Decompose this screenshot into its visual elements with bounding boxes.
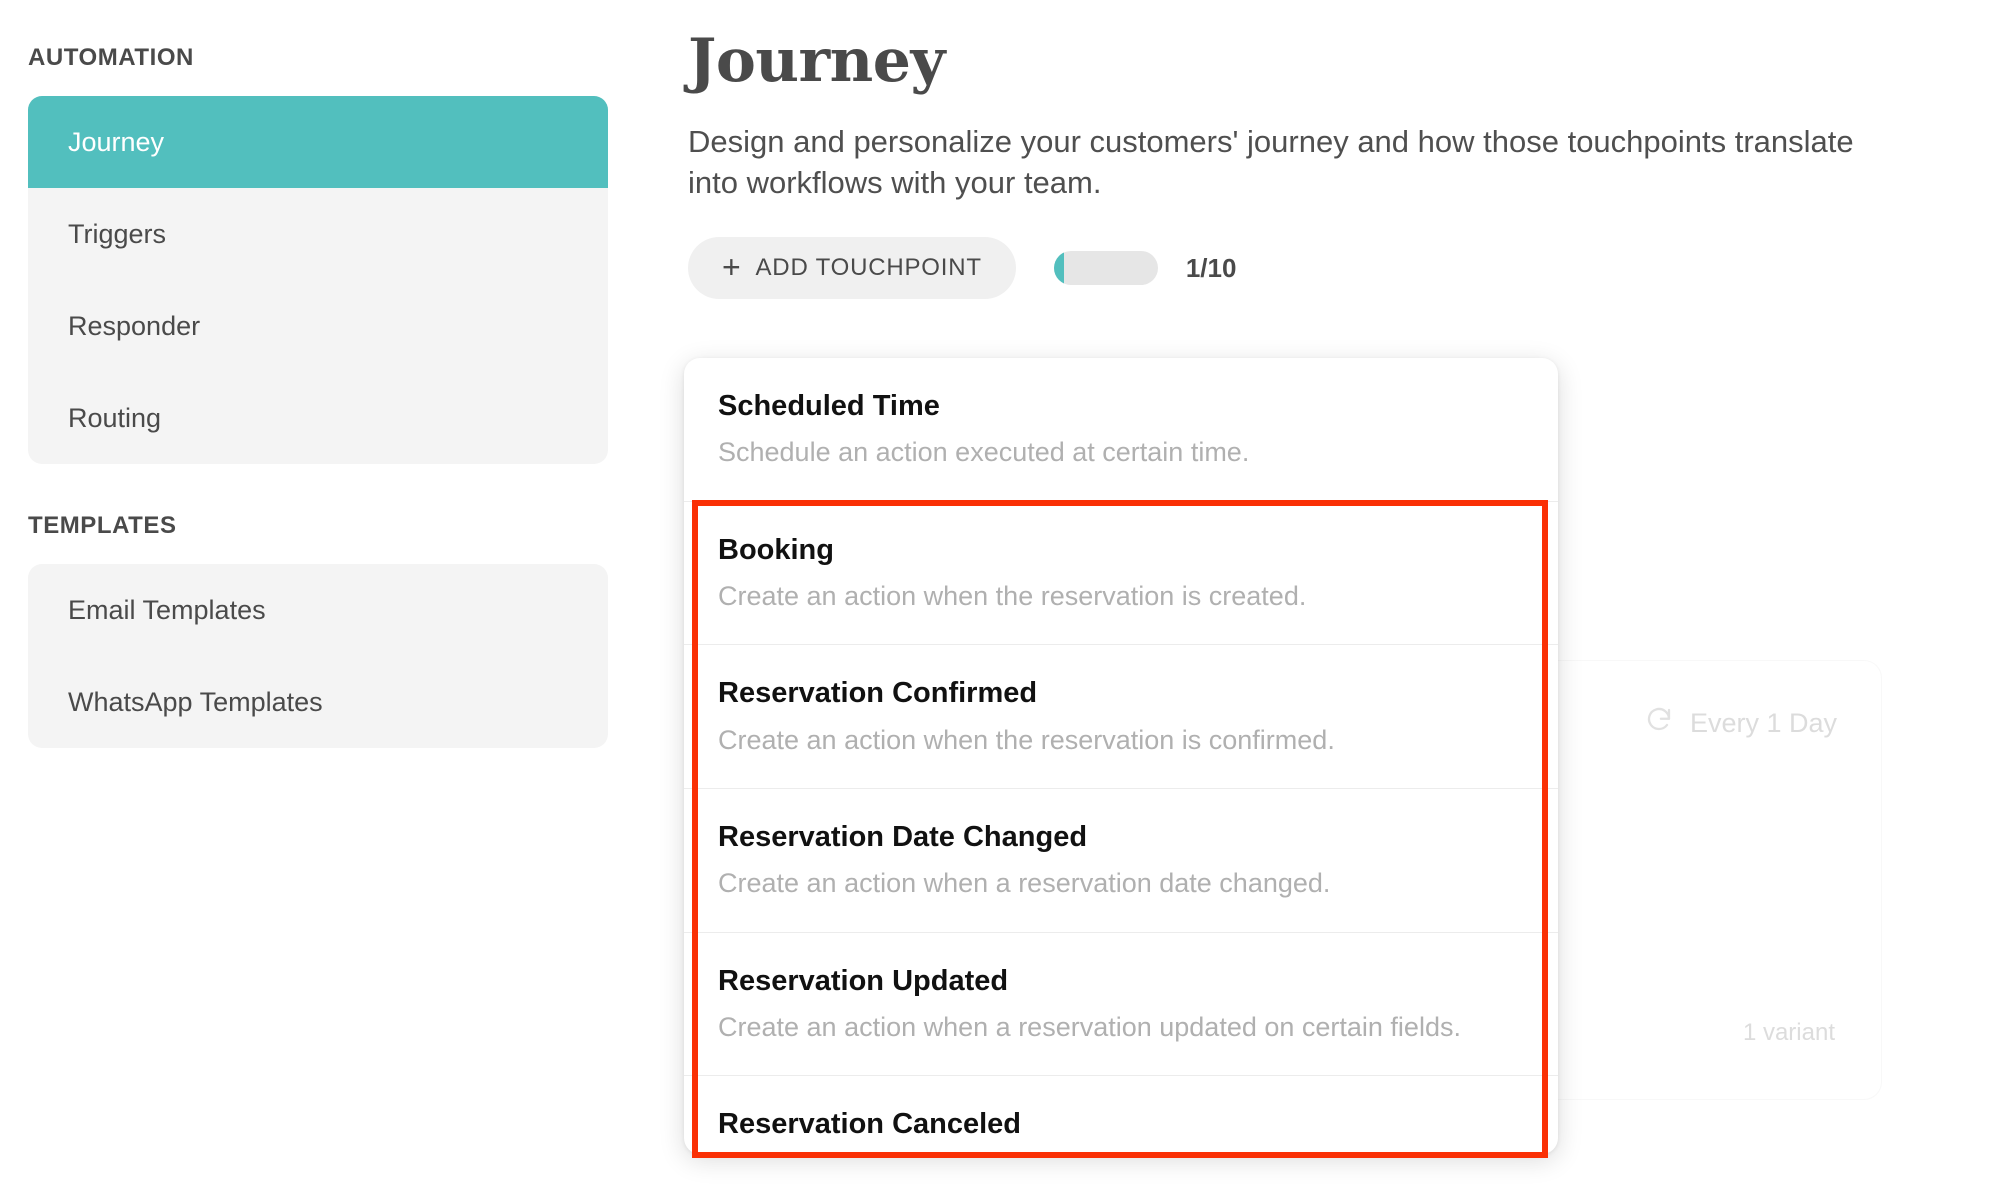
- sidebar-section-label-automation: AUTOMATION: [28, 44, 194, 71]
- dropdown-item-description: Create an action when the reservation is…: [718, 724, 1335, 755]
- progress-bar-fill: [1053, 251, 1065, 286]
- sidebar-item-label: WhatsApp Templates: [68, 686, 323, 717]
- sidebar-group-templates: Email Templates WhatsApp Templates: [28, 564, 608, 748]
- page-subtitle: Design and personalize your customers' j…: [688, 124, 1854, 201]
- add-touchpoint-label: ADD TOUCHPOINT: [755, 254, 982, 282]
- sidebar-item-triggers[interactable]: Triggers: [28, 188, 608, 280]
- sidebar-item-label: Routing: [68, 402, 162, 433]
- sidebar-item-label: Responder: [68, 310, 201, 341]
- touchpoint-card-schedule: Every 1 Day: [1644, 705, 1837, 742]
- sidebar: AUTOMATION Journey Triggers Responder Ro…: [0, 0, 636, 1194]
- page-title: Journey: [688, 26, 945, 96]
- dropdown-item-description: Schedule an action executed at certain t…: [718, 437, 1250, 468]
- sidebar-section-label-templates: TEMPLATES: [28, 512, 177, 539]
- progress-bar-track: [1053, 251, 1158, 286]
- refresh-icon: [1644, 705, 1674, 742]
- sidebar-item-label: Journey: [68, 126, 165, 157]
- toolbar: + ADD TOUCHPOINT 1/10: [688, 237, 2000, 300]
- dropdown-item-title: Reservation Date Changed: [718, 821, 1088, 854]
- add-touchpoint-button[interactable]: + ADD TOUCHPOINT: [688, 237, 1016, 300]
- variant-count-label: 1 variant: [1742, 1019, 1835, 1046]
- dropdown-item-title: Reservation Canceled: [718, 1108, 1022, 1141]
- dropdown-item-description: Create an action when the reservation is…: [718, 580, 1307, 611]
- dropdown-item-title: Scheduled Time: [718, 390, 940, 422]
- sidebar-item-label: Email Templates: [68, 594, 266, 625]
- sidebar-item-responder[interactable]: Responder: [28, 280, 608, 372]
- sidebar-item-email-templates[interactable]: Email Templates: [28, 564, 608, 656]
- dropdown-item-title: Reservation Confirmed: [718, 677, 1038, 710]
- plus-icon: +: [722, 248, 742, 285]
- dropdown-item-description: Create an action when a reservation date…: [718, 868, 1331, 899]
- dropdown-item-description: Create an action when a reservation upda…: [718, 1012, 1461, 1042]
- sidebar-item-routing[interactable]: Routing: [28, 372, 608, 464]
- touchpoint-progress: 1/10: [1053, 251, 1237, 286]
- touchpoint-type-dropdown[interactable]: Scheduled Time Schedule an action execut…: [684, 358, 1558, 1154]
- schedule-label: Every 1 Day: [1689, 708, 1837, 738]
- app-root: AUTOMATION Journey Triggers Responder Ro…: [0, 0, 2000, 1194]
- dropdown-item-booking[interactable]: Booking Create an action when the reserv…: [684, 500, 1558, 645]
- dropdown-item-scheduled-time[interactable]: Scheduled Time Schedule an action execut…: [684, 358, 1558, 501]
- sidebar-group-automation: Journey Triggers Responder Routing: [28, 96, 608, 464]
- sidebar-item-whatsapp-templates[interactable]: WhatsApp Templates: [28, 656, 608, 748]
- dropdown-item-title: Booking: [718, 533, 834, 566]
- dropdown-item-reservation-updated[interactable]: Reservation Updated Create an action whe…: [684, 931, 1558, 1076]
- dropdown-item-title: Reservation Updated: [718, 964, 1009, 997]
- progress-count-label: 1/10: [1185, 252, 1237, 283]
- sidebar-item-journey[interactable]: Journey: [28, 96, 608, 188]
- dropdown-item-reservation-canceled[interactable]: Reservation Canceled: [684, 1075, 1558, 1154]
- dropdown-item-reservation-date-changed[interactable]: Reservation Date Changed Create an actio…: [684, 788, 1558, 932]
- sidebar-item-label: Triggers: [68, 218, 167, 249]
- dropdown-item-reservation-confirmed[interactable]: Reservation Confirmed Create an action w…: [684, 644, 1558, 788]
